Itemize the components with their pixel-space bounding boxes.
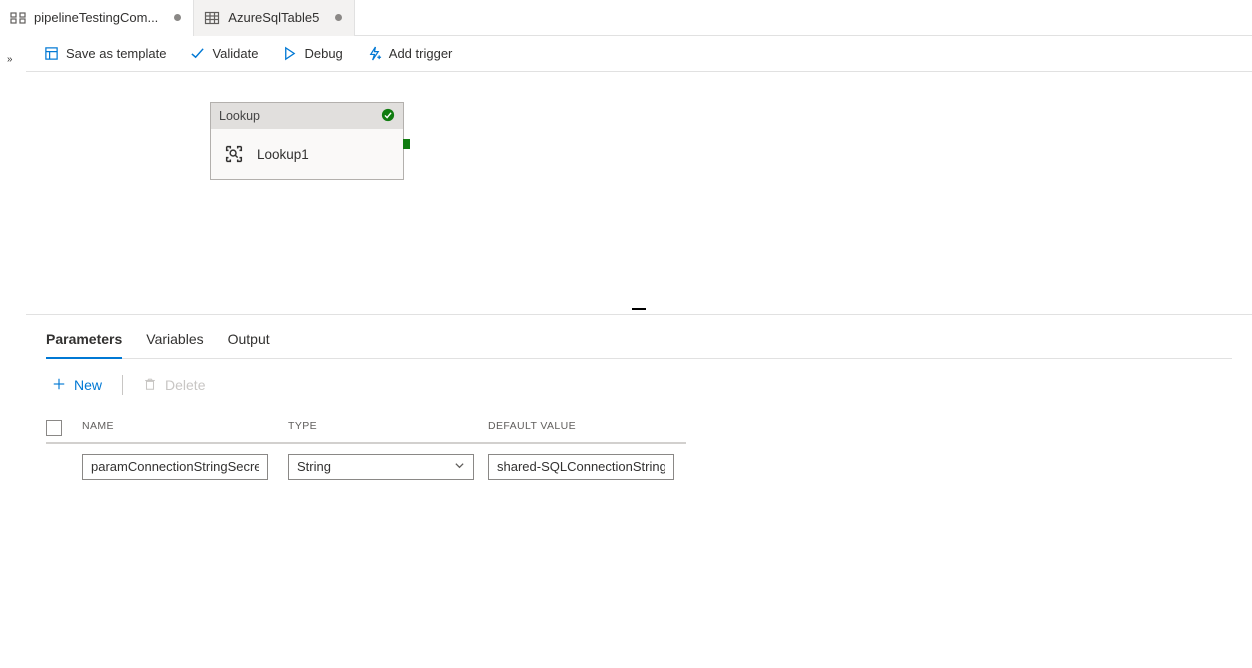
col-type: TYPE xyxy=(282,420,482,436)
table-header-row: NAME TYPE DEFAULT VALUE xyxy=(46,414,686,444)
status-success-icon xyxy=(381,108,395,125)
new-label: New xyxy=(74,377,102,393)
modified-indicator-icon xyxy=(335,14,342,21)
check-icon xyxy=(190,46,205,61)
svg-text:»: » xyxy=(7,53,13,64)
table-row: String xyxy=(46,444,686,490)
delete-label: Delete xyxy=(165,377,205,393)
validate-button[interactable]: Validate xyxy=(188,42,260,65)
toolbar-label: Save as template xyxy=(66,46,166,61)
delete-parameter-button: Delete xyxy=(137,373,211,398)
tab-variables[interactable]: Variables xyxy=(146,323,203,359)
properties-tabs: Parameters Variables Output xyxy=(46,323,1232,359)
debug-button[interactable]: Debug xyxy=(280,42,344,65)
trash-icon xyxy=(143,377,157,394)
chevron-down-icon xyxy=(454,459,465,474)
editor-tab-label: pipelineTestingCom... xyxy=(34,10,158,25)
modified-indicator-icon xyxy=(174,14,181,21)
select-value: String xyxy=(297,459,331,474)
properties-panel: Parameters Variables Output New Delete xyxy=(26,314,1252,668)
param-type-select[interactable]: String xyxy=(288,454,474,480)
col-name: NAME xyxy=(82,420,282,436)
param-name-input[interactable] xyxy=(82,454,268,480)
parameters-table: NAME TYPE DEFAULT VALUE String xyxy=(46,414,686,490)
pipeline-canvas[interactable]: Lookup Lookup1 xyxy=(26,72,1252,304)
toolbar-label: Add trigger xyxy=(389,46,453,61)
new-parameter-button[interactable]: New xyxy=(46,373,108,398)
editor-tab-strip: pipelineTestingCom... AzureSqlTable5 xyxy=(0,0,1252,36)
play-icon xyxy=(282,46,297,61)
activity-header: Lookup xyxy=(211,103,403,129)
tab-output[interactable]: Output xyxy=(228,323,270,359)
tab-parameters[interactable]: Parameters xyxy=(46,323,122,359)
plus-icon xyxy=(52,377,66,394)
activity-node-lookup[interactable]: Lookup Lookup1 xyxy=(210,102,404,180)
pipeline-icon xyxy=(10,10,26,26)
save-as-template-button[interactable]: Save as template xyxy=(42,42,168,65)
select-all-checkbox[interactable] xyxy=(46,420,62,436)
lightning-icon xyxy=(367,46,382,61)
activity-type-label: Lookup xyxy=(219,109,260,123)
activity-output-handle[interactable] xyxy=(403,139,410,149)
editor-tab-dataset[interactable]: AzureSqlTable5 xyxy=(193,0,355,36)
col-default: DEFAULT VALUE xyxy=(482,420,682,436)
param-default-input[interactable] xyxy=(488,454,674,480)
table-icon xyxy=(204,10,220,26)
editor-tab-label: AzureSqlTable5 xyxy=(228,10,319,25)
template-icon xyxy=(44,46,59,61)
activity-name: Lookup1 xyxy=(257,147,309,162)
expand-sidebar-button[interactable]: » xyxy=(0,46,26,72)
panel-resize-handle[interactable] xyxy=(26,304,1252,314)
separator xyxy=(122,375,123,395)
editor-tab-pipeline[interactable]: pipelineTestingCom... xyxy=(0,0,193,36)
lookup-icon xyxy=(223,143,245,165)
toolbar-label: Debug xyxy=(304,46,342,61)
toolbar-label: Validate xyxy=(212,46,258,61)
pipeline-toolbar: Save as template Validate Debug Add trig… xyxy=(26,36,1252,72)
add-trigger-button[interactable]: Add trigger xyxy=(365,42,455,65)
